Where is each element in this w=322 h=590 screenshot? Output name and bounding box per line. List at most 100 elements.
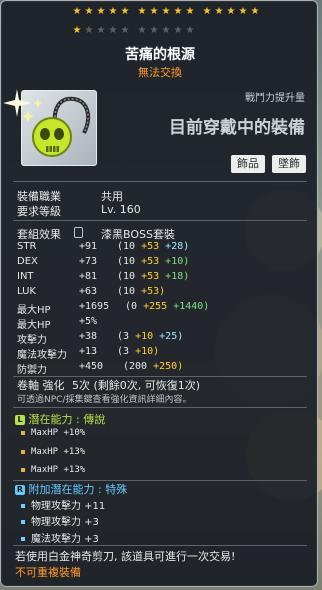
stat-total: +1695 [79,301,110,312]
star-empty-icon: ★ [137,25,147,36]
divider [13,407,307,408]
stat-potential-bonus: +10) [159,256,190,267]
star-filled-icon: ★ [120,6,130,17]
bullet-icon [21,504,25,508]
bullet-icon [21,467,25,472]
star-filled-icon: ★ [84,6,94,17]
stat-total: +13 [79,346,98,357]
additional-potential-label: 附加潛在能力 : 特殊 [28,483,128,496]
stat-total: +91 [79,241,98,252]
stat-total: +450 [79,361,104,372]
stat-name: 最大HP [17,305,51,316]
star-filled-icon: ★ [108,6,118,17]
stat-total: +73 [79,256,98,267]
sparkle-icon [3,89,31,117]
star-filled-icon: ★ [250,6,260,17]
stat-starforce: +53 [135,241,160,252]
tag-pendant: 墜飾 [272,155,306,173]
item-icon-box [21,90,97,166]
stat-potential-bonus: +28) [159,241,190,252]
level-row: 要求等級 Lv. 160 [17,203,141,219]
divider [13,181,307,182]
stat-base: (200 [123,361,148,372]
unique-equip-notice: 不可重複裝備 [15,566,81,579]
set-effect-row[interactable]: 套組效果 漆黑BOSS套裝 [17,226,175,242]
stat-breakdown: (3 +10 +25) [117,331,183,342]
stat-total: +63 [79,286,98,297]
item-tooltip: ★ ★ ★ ★ ★ ★ ★ ★ ★ ★ ★ ★ ★ ★ ★ ★ ★ ★ ★ ★ ★ ★ ★ ★ ★ 苦痛的根源 無法交換 戰鬥力… [0,0,318,587]
divider [13,220,307,221]
legendary-badge-icon: L [15,415,25,425]
stat-base: (3 [117,346,130,357]
skull-pendant-icon [22,96,91,157]
bullet-icon [21,430,25,435]
stat-starforce: +255 [137,301,168,312]
stat-total: +81 [79,271,98,282]
stat-breakdown: (200 +250) [123,361,183,372]
currently-equipped-label: 目前穿戴中的裝備 [169,118,305,138]
star-group: ★ ★ ★ ★ ★ [202,7,262,19]
combat-power-increase-label: 戰鬥力提升量 [245,93,305,104]
star-filled-icon: ★ [72,25,82,36]
stat-breakdown: (10 +53 +28) [117,241,189,252]
star-group: ★ ★ ★ ★ ★ [72,7,132,19]
star-empty-icon: ★ [84,25,94,36]
set-effect-value: 漆黑BOSS套裝 [101,228,175,241]
scroll-label: 卷軸 強化 [17,379,65,392]
stat-potential-bonus: +25) [153,331,184,342]
stat-name: 防禦力 [17,365,47,376]
tag-accessory: 飾品 [231,155,265,173]
level-label: 要求等級 [17,205,61,218]
star-group: ★ ★ ★ ★ ★ [72,26,132,38]
additional-potential-line: 物理攻擊力 +3 [21,513,99,528]
star-filled-icon: ★ [238,6,248,17]
additional-potential-line: 物理攻擊力 +11 [21,497,105,512]
bullet-icon [21,537,25,541]
stat-starforce: +53) [135,286,166,297]
stat-name: LUK [17,286,36,297]
enhance-notice: 可透過NPC/採集鍵查看強化資訊詳細內容。 [17,395,192,405]
set-effect-label: 套組效果 [17,228,61,241]
stat-name: STR [17,241,37,252]
stat-total: +5% [79,316,98,327]
star-filled-icon: ★ [185,6,195,17]
star-empty-icon: ★ [161,25,171,36]
trade-restriction: 無法交換 [138,66,182,79]
divider [13,545,307,546]
stat-breakdown: (0 +255 +1440) [125,301,209,312]
potential-line: MaxHP +13% [21,447,85,457]
star-filled-icon: ★ [149,6,159,17]
stat-breakdown: (10 +53) [117,286,165,297]
stat-base: (0 [125,301,138,312]
stat-breakdown: (10 +53 +18) [117,271,189,282]
stat-total: +38 [79,331,98,342]
stat-name: INT [17,271,34,282]
potential-label: 潛在能力 : 傳說 [28,413,106,426]
star-filled-icon: ★ [226,6,236,17]
star-filled-icon: ★ [202,6,212,17]
potential-header: L 潛在能力 : 傳說 [15,411,105,427]
stat-base: (10 [117,241,136,252]
scissors-notice: 若使用白金神奇剪刀, 該道具可進行一次交易! [15,550,236,563]
additional-potential-header: R 附加潛在能力 : 特殊 [15,481,127,497]
additional-potential-line: 魔法攻擊力 +3 [21,530,99,545]
job-value: 共用 [101,190,123,203]
star-empty-icon: ★ [185,25,195,36]
potential-line: MaxHP +10% [21,428,85,438]
stat-name: DEX [17,256,38,267]
star-filled-icon: ★ [173,6,183,17]
star-empty-icon: ★ [173,25,183,36]
job-row: 裝備職業 共用 [17,188,123,204]
star-empty-icon: ★ [120,25,130,36]
stat-potential-bonus: +1440) [167,301,210,312]
stat-base: (3 [117,331,130,342]
star-filled-icon: ★ [96,6,106,17]
stat-starforce: +10 [129,331,154,342]
stat-breakdown: (10 +53 +10) [117,256,189,267]
stat-starforce: +53 [135,271,160,282]
job-label: 裝備職業 [17,190,61,203]
stat-breakdown: (3 +10) [117,346,159,357]
star-filled-icon: ★ [214,6,224,17]
lock-icon [74,227,83,238]
stat-base: (10 [117,256,136,267]
